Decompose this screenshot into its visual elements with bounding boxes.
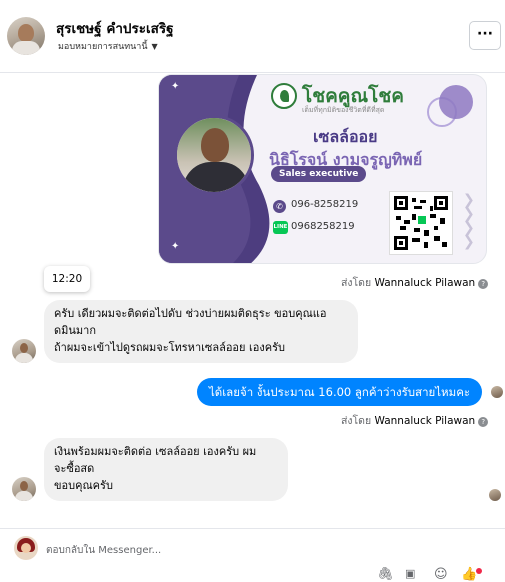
assign-conversation-label: มอบหมายการสนทนานี้ — [58, 42, 148, 52]
assign-conversation-dropdown[interactable]: มอบหมายการสนทนานี้ ▼ — [58, 39, 158, 53]
decor-chevrons: ❯ ❯ ❯ ❯ — [463, 192, 475, 250]
incoming-message[interactable]: เงินพร้อมผมจะติดต่อ เซลล์ออย เองครับ ผม … — [44, 438, 288, 501]
message-line: เงินพร้อมผมจะติดต่อ เซลล์ออย เองครับ ผม — [54, 445, 257, 458]
message-line: ถ้าผมจะเข้าไปดูรถผมจะโทรหาเซลล์ออย เองคร… — [54, 341, 285, 354]
reply-input[interactable]: ตอบกลับใน Messenger... — [46, 543, 161, 558]
card-position-badge: Sales executive — [271, 166, 367, 182]
sent-by-name[interactable]: Wannaluck Pilawan — [375, 415, 476, 427]
sparkle-icon: ✦ — [171, 241, 180, 252]
outgoing-message[interactable]: ได้เลยจ้า งั้นประมาณ 16.00 ลูกค้าว่างรับ… — [197, 378, 483, 406]
caret-down-icon: ▼ — [151, 42, 158, 51]
decor-circle — [439, 85, 473, 119]
sent-by-name[interactable]: Wannaluck Pilawan — [375, 277, 476, 289]
card-line-id: 0968258219 — [291, 221, 355, 232]
timestamp-tooltip: 12:20 — [44, 266, 90, 292]
message-line: จะซื้อสด — [54, 462, 95, 475]
contact-avatar[interactable] — [7, 17, 45, 55]
help-icon[interactable]: ? — [478, 279, 489, 289]
message-line: ขอบคุณครับ — [54, 479, 113, 492]
card-phone: 096-8258219 — [291, 199, 359, 210]
message-line: ดมินมาก — [54, 324, 97, 337]
contact-avatar-small[interactable] — [12, 477, 36, 501]
message-line: ครับ เดียวผมจะติดต่อไปดับ ช่วงบ่ายผมติดธ… — [54, 307, 327, 320]
salesperson-photo — [174, 115, 254, 195]
more-options-button[interactable]: ··· — [469, 21, 501, 50]
card-tagline: เต็มที่ทุกมิติของชีวิตที่ดีที่สุด — [302, 106, 385, 114]
gif-icon[interactable]: ▣ — [405, 567, 415, 580]
incoming-message[interactable]: ครับ เดียวผมจะติดต่อไปดับ ช่วงบ่ายผมติดธ… — [44, 300, 358, 363]
card-title: เซลล์ออย — [313, 127, 378, 146]
brand-logo — [271, 83, 297, 109]
notification-dot — [476, 568, 482, 574]
conversation-header: สุรเชษฐ์ คำประเสริฐ มอบหมายการสนทนานี้ ▼ … — [0, 0, 505, 73]
line-app-icon: LINE — [273, 221, 288, 234]
help-icon[interactable]: ? — [478, 417, 489, 427]
agent-avatar — [14, 536, 38, 560]
business-card-image[interactable]: ✦ ✦ โชคคูณโชค เต็มที่ทุกมิติของชีวิตที่ด… — [158, 74, 487, 264]
read-receipt-avatar — [489, 489, 501, 501]
read-receipt-avatar — [491, 386, 503, 398]
contact-avatar-small[interactable] — [12, 339, 36, 363]
qr-code — [389, 191, 453, 255]
sparkle-icon: ✦ — [171, 81, 180, 92]
reply-composer: ตอบกลับใน Messenger... 🖇 ▣ ☺ 👍 — [0, 528, 505, 582]
sent-by-label: ส่งโดย Wannaluck Pilawan? — [341, 274, 489, 291]
phone-icon: ✆ — [273, 200, 286, 213]
contact-name[interactable]: สุรเชษฐ์ คำประเสริฐ — [56, 17, 174, 39]
sent-by-label: ส่งโดย Wannaluck Pilawan? — [341, 412, 489, 429]
